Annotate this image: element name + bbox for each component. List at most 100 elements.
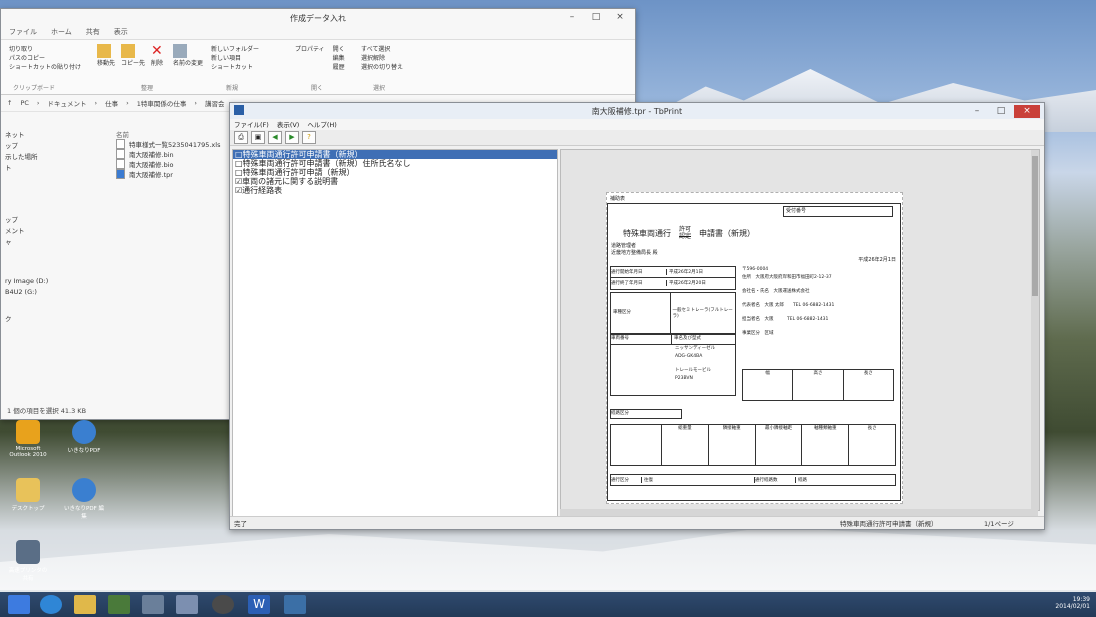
new-label: 新規 <box>226 85 239 92</box>
breadcrumb-lecture[interactable]: 講習会 <box>205 98 225 108</box>
organize-group: 移動先 コピー先 ✕ 削除 名前の変更 <box>97 44 203 67</box>
desktop-icon-printer[interactable]: 高速プリンタの共有 <box>8 540 48 582</box>
desktop-icon-outlook[interactable]: Microsoft Outlook 2010 <box>8 420 48 458</box>
desktop-icon-label: Microsoft Outlook 2010 <box>9 446 47 458</box>
edit-button[interactable]: 編集 <box>333 53 345 62</box>
maximize-button[interactable]: □ <box>585 11 607 24</box>
tbprint-titlebar[interactable]: 南大阪補修.tpr - TbPrint – □ × <box>230 103 1044 119</box>
copy-to-button[interactable]: コピー先 <box>121 44 145 67</box>
breadcrumb-pc[interactable]: PC <box>20 99 28 107</box>
tree-item[interactable]: □特殊車両通行許可申請書（新規） <box>233 150 557 159</box>
nav-item[interactable]: ップ <box>1 140 111 151</box>
up-arrow-icon[interactable]: ↑ <box>7 99 12 107</box>
paste-shortcut-button[interactable]: ショートカットの貼り付け <box>9 62 89 71</box>
forward-icon[interactable]: ▶ <box>285 131 299 144</box>
breadcrumb-tokusha[interactable]: 1特車関係の仕事 <box>137 98 187 108</box>
close-button[interactable]: × <box>609 11 631 24</box>
nav-item[interactable]: ト <box>1 162 111 184</box>
pass-label: 通行区分 <box>611 477 642 483</box>
shortcut-button[interactable]: ショートカット <box>211 62 259 71</box>
dim-length: 長さ <box>863 371 873 376</box>
tbprint-window[interactable]: 南大阪補修.tpr - TbPrint – □ × ファイル(F) 表示(V) … <box>229 102 1045 530</box>
select-none-button[interactable]: 選択解除 <box>361 53 403 62</box>
recipient-name: 近畿地方整備局長 殿 <box>611 250 658 256</box>
application-date: 平成26年2月1日 <box>858 257 896 263</box>
properties-button[interactable]: プロパティ <box>295 44 325 71</box>
cut-button[interactable]: 切り取り <box>9 44 89 53</box>
menu-help[interactable]: ヘルプ(H) <box>307 119 336 130</box>
open-button[interactable]: 開く <box>333 44 345 53</box>
desktop-icon-pdf[interactable]: いきなりPDF <box>64 420 104 454</box>
nav-item[interactable]: ク <box>1 313 111 324</box>
menu-file[interactable]: ファイル(F) <box>234 119 269 130</box>
document-tree: □特殊車両通行許可申請書（新規） □特殊車両通行許可申請書（新規）住所氏名なし … <box>232 149 558 521</box>
open-group: プロパティ 開く 編集 履歴 <box>295 44 345 71</box>
file-name: 南大阪補修.bio <box>129 161 174 169</box>
invert-selection-button[interactable]: 選択の切り替え <box>361 62 403 71</box>
new-item-button[interactable]: 新しい項目 <box>211 53 259 62</box>
nav-item[interactable]: ネット <box>1 129 111 140</box>
applicant-info: 〒596-0004 住所 大阪府大阪府岸和田市福田町2-12-37 会社名・氏名… <box>742 266 834 338</box>
scrollbar-thumb[interactable] <box>1032 156 1038 296</box>
minimize-button[interactable]: – <box>561 11 583 24</box>
route-count-value: 経路 <box>798 478 807 483</box>
desktop-icon-folder[interactable]: デスクトップ <box>8 478 48 512</box>
truck-name: ニッサンディーゼル <box>675 346 716 351</box>
back-icon[interactable]: ◀ <box>268 131 282 144</box>
app-icon[interactable] <box>212 595 234 614</box>
nav-item[interactable]: メント <box>1 225 111 236</box>
ie-icon[interactable] <box>40 595 62 614</box>
close-button[interactable]: × <box>1014 105 1040 118</box>
cargo-axle-distance: 最小隣接軸距 <box>756 425 803 465</box>
select-all-button[interactable]: すべて選択 <box>361 44 403 53</box>
tree-item[interactable]: ☑車両の諸元に関する説明書 <box>233 177 557 186</box>
tab-file[interactable]: ファイル <box>9 27 37 39</box>
application-form: 受付番号 特殊車両通行 許可 認定 申請書（新規） 道路管理者 近畿地方整備局長 … <box>607 203 901 501</box>
new-folder-button[interactable]: 新しいフォルダー <box>211 44 259 53</box>
tbprint-file-icon <box>116 169 125 179</box>
help-icon[interactable]: ? <box>302 131 316 144</box>
end-value: 平成26年2月20日 <box>669 281 706 286</box>
tab-home[interactable]: ホーム <box>51 27 72 39</box>
copy-path-button[interactable]: パスのコピー <box>9 53 89 62</box>
tree-item[interactable]: □特殊車両通行許可申請書（新規）住所氏名なし <box>233 159 557 168</box>
app-icon[interactable] <box>142 595 164 614</box>
history-button[interactable]: 履歴 <box>333 62 345 71</box>
nav-item[interactable]: ry Image (D:) <box>1 277 111 288</box>
print-preview[interactable]: 補助表 受付番号 特殊車両通行 許可 認定 申請書（新規） 道路管理者 近畿地方整… <box>560 149 1040 511</box>
store-icon[interactable] <box>108 595 130 614</box>
nav-item[interactable]: ップ <box>1 214 111 225</box>
open-label: 開く <box>311 85 324 92</box>
tab-view[interactable]: 表示 <box>114 27 128 39</box>
nav-item[interactable]: 示した場所 <box>1 151 111 162</box>
nav-item[interactable]: B4U2 (G:) <box>1 288 111 299</box>
menu-view[interactable]: 表示(V) <box>277 119 300 130</box>
tree-item[interactable]: ☑通行経路表 <box>233 186 557 195</box>
explorer-titlebar[interactable]: 作成データ入れ – □ × <box>1 9 635 27</box>
tree-item[interactable]: □特殊車両通行許可申請（新規） <box>233 168 557 177</box>
explorer-taskbar-icon[interactable] <box>74 595 96 614</box>
minimize-button[interactable]: – <box>966 105 988 118</box>
cargo-axle-type: 軸種類軸重 <box>802 425 850 465</box>
move-to-button[interactable]: 移動先 <box>97 44 115 67</box>
vertical-scrollbar[interactable] <box>1031 150 1039 510</box>
breadcrumb-documents[interactable]: ドキュメント <box>48 98 87 108</box>
app-icon[interactable] <box>176 595 198 614</box>
maximize-button[interactable]: □ <box>990 105 1012 118</box>
nav-item[interactable]: ャ <box>1 236 111 247</box>
save-icon[interactable]: ▣ <box>251 131 265 144</box>
tab-share[interactable]: 共有 <box>86 27 100 39</box>
desktop-icon-pdf-edit[interactable]: いきなりPDF 編集 <box>64 478 104 520</box>
desktop-icon-label: いきなりPDF <box>67 448 101 454</box>
start-icon[interactable] <box>8 595 30 614</box>
chevron-right-icon: › <box>126 99 129 107</box>
print-icon[interactable]: ⎙ <box>234 131 248 144</box>
system-tray[interactable]: 19:39 2014/02/01 <box>1055 596 1090 610</box>
word-icon[interactable]: W <box>248 595 270 614</box>
contact-value: 大阪 <box>764 317 774 322</box>
rename-button[interactable]: 名前の変更 <box>173 44 203 67</box>
delete-button[interactable]: ✕ 削除 <box>151 44 167 67</box>
excel-file-icon <box>116 139 125 149</box>
tbprint-taskbar-icon[interactable] <box>284 595 306 614</box>
breadcrumb-work[interactable]: 仕事 <box>105 98 118 108</box>
